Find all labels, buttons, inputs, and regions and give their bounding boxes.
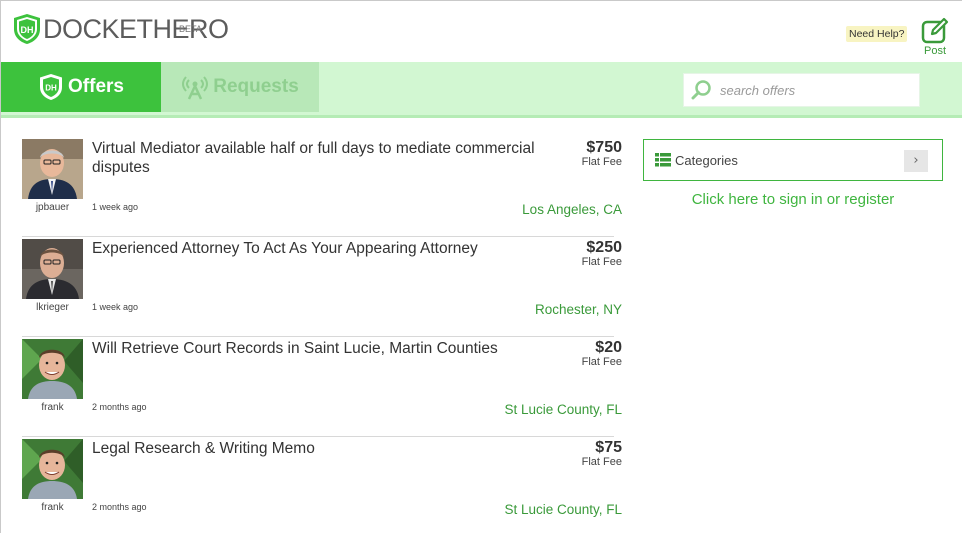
avatar[interactable] xyxy=(22,139,83,199)
offer-price: $75 xyxy=(595,439,622,456)
avatar[interactable] xyxy=(22,339,83,399)
offer-price: $250 xyxy=(586,239,622,256)
offer-price: $20 xyxy=(595,339,622,356)
list-icon xyxy=(655,153,671,167)
offer-location[interactable]: Rochester, NY xyxy=(535,302,622,317)
dh-shield-logo-icon: DH xyxy=(14,14,40,44)
fee-type: Flat Fee xyxy=(581,256,622,268)
svg-text:DH: DH xyxy=(45,84,57,93)
antenna-icon xyxy=(182,76,209,100)
offer-price: $750 xyxy=(586,139,622,156)
offers-list: jpbauer Virtual Mediator available half … xyxy=(22,137,622,533)
offer-title[interactable]: Legal Research & Writing Memo xyxy=(92,439,542,458)
fee-type: Flat Fee xyxy=(581,156,622,168)
posted-time: 1 week ago xyxy=(92,302,139,312)
username[interactable]: lkrieger xyxy=(22,302,83,313)
username[interactable]: jpbauer xyxy=(22,202,83,213)
nav-bar: DH Offers Requests xyxy=(1,62,962,118)
categories-dropdown[interactable]: Categories › xyxy=(643,139,943,181)
offer-title[interactable]: Will Retrieve Court Records in Saint Luc… xyxy=(92,339,542,358)
dh-shield-icon: DH xyxy=(40,74,63,100)
username[interactable]: frank xyxy=(22,502,83,513)
fee-type: Flat Fee xyxy=(581,356,622,368)
offer-location[interactable]: Los Angeles, CA xyxy=(522,202,622,217)
search-input[interactable] xyxy=(720,82,910,98)
tab-offers-label: Offers xyxy=(68,76,124,97)
categories-label: Categories xyxy=(675,152,738,168)
post-button[interactable]: Post xyxy=(919,17,951,57)
offer-title[interactable]: Experienced Attorney To Act As Your Appe… xyxy=(92,239,542,258)
search-box[interactable] xyxy=(683,73,920,107)
logo-mark: DH xyxy=(21,25,34,35)
posted-time: 1 week ago xyxy=(92,202,139,212)
chevron-right-icon[interactable]: › xyxy=(904,150,928,172)
offer-item[interactable]: frank Legal Research & Writing Memo 2 mo… xyxy=(22,437,622,533)
tab-requests-label: Requests xyxy=(213,76,299,97)
beta-label: BETA xyxy=(179,24,202,34)
edit-icon xyxy=(921,17,949,44)
header: DH DOCKETHERO BETA Need Help? Post xyxy=(1,1,962,62)
offer-title[interactable]: Virtual Mediator available half or full … xyxy=(92,139,542,177)
post-label: Post xyxy=(923,45,946,57)
avatar[interactable] xyxy=(22,439,83,499)
avatar[interactable] xyxy=(22,239,83,299)
offer-item[interactable]: lkrieger Experienced Attorney To Act As … xyxy=(22,237,622,337)
fee-type: Flat Fee xyxy=(581,456,622,468)
posted-time: 2 months ago xyxy=(92,402,147,412)
search-icon xyxy=(691,80,711,100)
offer-location[interactable]: St Lucie County, FL xyxy=(504,502,622,517)
posted-time: 2 months ago xyxy=(92,502,147,512)
need-help-button[interactable]: Need Help? xyxy=(846,26,908,42)
offer-item[interactable]: frank Will Retrieve Court Records in Sai… xyxy=(22,337,622,437)
username[interactable]: frank xyxy=(22,402,83,413)
offer-item[interactable]: jpbauer Virtual Mediator available half … xyxy=(22,137,622,237)
offer-location[interactable]: St Lucie County, FL xyxy=(504,402,622,417)
signin-register-link[interactable]: Click here to sign in or register xyxy=(643,191,943,208)
tab-offers[interactable]: DH Offers xyxy=(1,62,161,112)
tab-requests[interactable]: Requests xyxy=(161,62,319,112)
